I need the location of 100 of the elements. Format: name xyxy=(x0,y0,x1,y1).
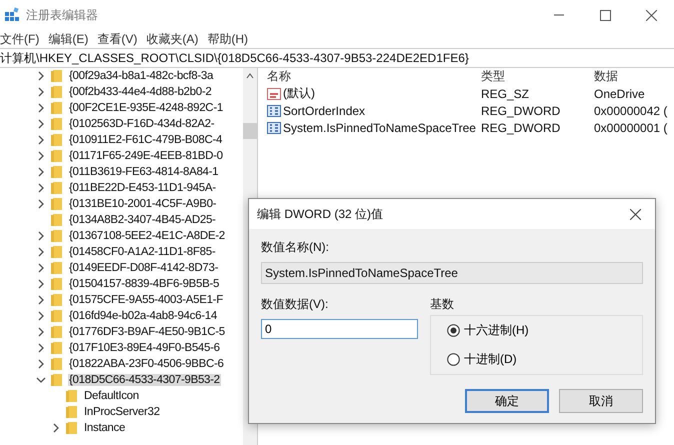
folder-icon xyxy=(51,261,63,275)
folder-icon xyxy=(51,229,63,243)
binary-value-icon xyxy=(267,104,281,118)
expand-chevron-icon[interactable] xyxy=(51,423,61,433)
tree-item[interactable]: {01171F65-249E-4EEB-81BD-0 xyxy=(68,150,224,162)
tree-item[interactable]: {01776DF3-B9AF-4E50-9B1C-5 xyxy=(68,326,226,338)
folder-icon xyxy=(51,133,63,147)
value-name[interactable]: SortOrderIndex xyxy=(283,104,366,118)
tree-item[interactable]: {010911E2-F61C-479B-B08C-4 xyxy=(68,134,224,146)
field-label: 数值名称(N): xyxy=(261,239,330,256)
expand-chevron-icon[interactable] xyxy=(36,119,46,129)
value-data: 0x00000001 ( xyxy=(594,120,668,134)
window-title: 注册表编辑器 xyxy=(26,6,99,24)
dialog-title: 编辑 DWORD (32 位)值 xyxy=(257,206,384,222)
folder-icon xyxy=(66,389,78,403)
value-name[interactable]: (默认) xyxy=(283,85,315,102)
radio-option[interactable]: 十进制(D) xyxy=(447,351,517,368)
binary-value-icon xyxy=(267,120,281,134)
value-data-field[interactable]: 0 xyxy=(261,319,418,339)
expand-chevron-icon[interactable] xyxy=(36,247,46,257)
tree-item[interactable]: Instance xyxy=(83,422,126,434)
registry-cubes-icon xyxy=(4,7,20,23)
tree-item[interactable]: InProcServer32 xyxy=(83,406,161,418)
value-name-field[interactable]: System.IsPinnedToNameSpaceTree xyxy=(261,262,643,284)
folder-icon xyxy=(51,277,63,291)
expand-chevron-icon[interactable] xyxy=(36,199,46,209)
menu-item[interactable]: 收藏夹(A) xyxy=(146,30,204,48)
folder-icon xyxy=(51,213,63,227)
tree-item[interactable]: {00f29a34-b8a1-482c-bcf8-3a xyxy=(68,70,214,82)
expand-chevron-icon[interactable] xyxy=(36,231,46,241)
expand-chevron-icon[interactable] xyxy=(36,359,46,369)
field-label: 数值数据(V): xyxy=(261,296,330,313)
column-header[interactable]: 名称 xyxy=(267,68,481,85)
expand-chevron-icon[interactable] xyxy=(36,263,46,273)
maximize-icon xyxy=(600,10,610,20)
tree-item[interactable]: {00F2CE1E-935E-4248-892C-1 xyxy=(68,102,224,114)
menu-item[interactable]: 编辑(E) xyxy=(48,30,94,48)
expand-chevron-icon[interactable] xyxy=(36,295,46,305)
scrollbar-thumb[interactable] xyxy=(243,123,258,139)
value-name[interactable]: System.IsPinnedToNameSpaceTree xyxy=(283,120,476,134)
expand-chevron-icon[interactable] xyxy=(36,167,46,177)
folder-icon xyxy=(51,341,63,355)
tree-item[interactable]: {0102563D-F16D-434d-82A2- xyxy=(68,118,216,130)
expand-chevron-icon[interactable] xyxy=(36,135,46,145)
tree-item[interactable]: {017F10E3-89E4-49F0-B545-6 xyxy=(68,342,221,354)
tree-item[interactable]: {011BE22D-E453-11D1-945A- xyxy=(68,182,217,194)
folder-icon xyxy=(51,325,63,339)
folder-icon xyxy=(51,101,63,115)
expand-chevron-icon[interactable] xyxy=(36,87,46,97)
tree-item[interactable]: {01367108-5EE2-4E1C-A8DE-2 xyxy=(68,230,226,242)
folder-icon xyxy=(51,117,63,131)
folder-icon xyxy=(66,405,78,419)
expand-chevron-icon[interactable] xyxy=(36,183,46,193)
collapse-chevron-icon[interactable] xyxy=(36,375,46,385)
value-type: REG_DWORD xyxy=(481,120,562,134)
folder-icon xyxy=(51,69,63,83)
radio-option[interactable]: 十六进制(H) xyxy=(447,322,529,339)
menu-item[interactable]: 帮助(H) xyxy=(207,30,253,48)
expand-chevron-icon[interactable] xyxy=(36,327,46,337)
expand-chevron-icon[interactable] xyxy=(36,343,46,353)
tree-item[interactable]: {01822ABA-23F0-4506-9BBC-6 xyxy=(68,358,225,370)
folder-icon xyxy=(51,197,63,211)
tree-item[interactable]: {018D5C66-4533-4307-9B53-2 xyxy=(68,374,221,386)
folder-icon xyxy=(51,149,63,163)
address-bar[interactable]: 计算机\HKEY_CLASSES_ROOT\CLSID\{018D5C66-4533-4307-9B53-224DE2ED1FE6} xyxy=(0,48,674,68)
tree-item[interactable]: {01504157-8839-4BF6-9B5B-5 xyxy=(68,278,220,290)
tree-item[interactable]: DefaultIcon xyxy=(83,390,140,402)
value-type: REG_DWORD xyxy=(481,104,562,118)
dialog-button[interactable]: 取消 xyxy=(559,389,643,413)
tree-item[interactable]: {01575CFE-9A55-4003-A5E1-F xyxy=(68,294,224,306)
tree-item[interactable]: {0134A8B2-3407-4B45-AD25- xyxy=(68,214,217,226)
value-type: REG_SZ xyxy=(481,86,530,100)
folder-icon xyxy=(66,421,78,435)
group-label: 基数 xyxy=(430,296,455,313)
tree-item[interactable]: {0131BE10-2001-4C5F-A9B0- xyxy=(68,198,218,210)
tree-item[interactable]: {016fd94e-b02a-4ab8-94c6-14 xyxy=(68,310,218,322)
menu-item[interactable]: 文件(F) xyxy=(0,30,44,48)
tree-item[interactable]: {0149EEDF-D08F-4142-8D73- xyxy=(68,262,220,274)
tree-item[interactable]: {00f2b433-44e4-4d88-b2b0-2 xyxy=(68,86,212,98)
expand-chevron-icon[interactable] xyxy=(36,71,46,81)
expand-chevron-icon[interactable] xyxy=(36,151,46,161)
value-data: OneDrive xyxy=(594,86,646,100)
dialog-button[interactable]: 确定 xyxy=(465,389,549,413)
folder-icon xyxy=(51,181,63,195)
expand-chevron-icon[interactable] xyxy=(36,279,46,289)
column-header[interactable]: 数据 xyxy=(594,68,674,85)
close-icon xyxy=(646,10,656,20)
folder-icon xyxy=(51,309,63,323)
tree-item[interactable]: {011B3619-FE63-4814-8A84-1 xyxy=(68,166,220,178)
menu-item[interactable]: 查看(V) xyxy=(97,30,142,48)
expand-chevron-icon[interactable] xyxy=(36,311,46,321)
close-icon xyxy=(630,208,640,220)
folder-icon xyxy=(51,165,63,179)
folder-icon xyxy=(51,85,63,99)
folder-icon xyxy=(51,293,63,307)
column-header[interactable]: 类型 xyxy=(481,68,594,85)
tree-item[interactable]: {01458CF0-A1A2-11D1-8F85- xyxy=(68,246,216,258)
folder-icon xyxy=(51,245,63,259)
string-value-icon xyxy=(267,86,281,100)
expand-chevron-icon[interactable] xyxy=(36,103,46,113)
